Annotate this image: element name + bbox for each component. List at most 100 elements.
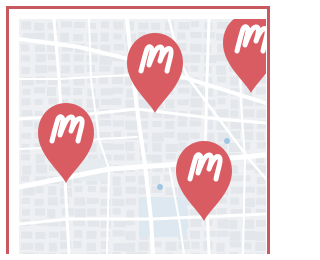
city-block	[73, 241, 82, 249]
city-block	[100, 220, 111, 229]
city-block	[35, 44, 46, 52]
city-block	[113, 66, 124, 75]
city-block	[60, 76, 69, 84]
city-block	[113, 33, 122, 40]
city-block	[125, 198, 136, 206]
city-block	[21, 175, 30, 182]
city-block	[22, 120, 33, 127]
city-block	[165, 99, 175, 109]
city-block	[21, 66, 30, 74]
city-block	[229, 219, 238, 229]
city-block	[113, 44, 124, 51]
city-block	[34, 208, 45, 216]
city-block	[22, 165, 32, 175]
city-block	[255, 252, 264, 254]
city-block	[100, 21, 109, 29]
water-spot	[157, 184, 163, 190]
city-block	[151, 154, 162, 163]
city-block	[86, 230, 97, 239]
city-block	[203, 230, 216, 237]
city-block	[99, 76, 109, 84]
city-block	[61, 54, 70, 63]
city-block	[35, 54, 46, 63]
city-block	[47, 252, 56, 254]
city-block	[243, 131, 254, 141]
city-block	[34, 242, 44, 251]
city-block	[73, 87, 83, 95]
city-block	[112, 87, 124, 94]
city-block	[112, 208, 121, 215]
city-block	[112, 120, 124, 127]
city-block	[191, 252, 201, 254]
city-block	[243, 253, 254, 254]
city-block	[230, 76, 239, 86]
city-block	[177, 132, 190, 141]
city-block	[21, 110, 33, 117]
city-block	[190, 32, 202, 39]
city-block	[34, 22, 45, 31]
city-block	[256, 109, 266, 118]
city-block	[48, 231, 59, 238]
city-block	[125, 231, 136, 241]
city-block	[204, 55, 217, 64]
city-block	[21, 98, 31, 106]
city-block	[230, 175, 243, 182]
city-block	[99, 65, 111, 72]
city-block	[126, 153, 135, 161]
city-block	[138, 22, 149, 30]
city-block	[190, 21, 199, 28]
city-block	[22, 252, 35, 254]
city-block	[99, 55, 112, 65]
city-block	[125, 176, 136, 183]
city-block	[87, 219, 100, 227]
city-block	[216, 230, 229, 237]
city-block	[35, 164, 47, 174]
city-block	[217, 98, 226, 105]
city-block	[138, 252, 148, 254]
city-block	[113, 154, 125, 161]
city-block	[74, 230, 83, 239]
city-block	[21, 231, 33, 239]
city-block	[86, 99, 99, 109]
city-block	[60, 32, 70, 42]
city-block	[125, 242, 136, 252]
city-block	[243, 109, 255, 118]
city-block	[125, 186, 137, 194]
city-block	[216, 242, 225, 252]
city-block	[73, 33, 84, 41]
city-block	[177, 32, 186, 40]
city-block	[47, 87, 57, 97]
city-block	[255, 87, 266, 95]
city-block	[34, 198, 44, 206]
city-block	[165, 153, 176, 160]
city-block	[112, 98, 122, 106]
city-block	[216, 65, 227, 75]
street-map	[19, 19, 266, 254]
city-block	[190, 54, 201, 63]
city-block	[35, 231, 46, 239]
city-block	[99, 120, 112, 127]
city-block	[113, 242, 126, 251]
city-block	[230, 197, 240, 205]
city-block	[86, 55, 98, 63]
city-block	[230, 99, 239, 109]
city-block	[125, 120, 138, 130]
city-block	[74, 21, 86, 28]
city-block	[113, 186, 122, 196]
city-block	[177, 99, 190, 106]
city-block	[74, 208, 86, 218]
city-block	[47, 209, 56, 219]
city-block	[230, 110, 239, 118]
city-block	[151, 175, 160, 185]
city-block	[100, 88, 113, 96]
city-block	[60, 21, 72, 28]
city-block	[164, 131, 175, 138]
city-block	[112, 252, 122, 254]
city-block	[21, 21, 32, 30]
city-block	[112, 176, 121, 186]
city-block	[35, 154, 45, 164]
city-block	[178, 241, 190, 250]
map-view[interactable]	[19, 19, 266, 254]
city-block	[190, 219, 202, 228]
city-block	[165, 121, 175, 130]
